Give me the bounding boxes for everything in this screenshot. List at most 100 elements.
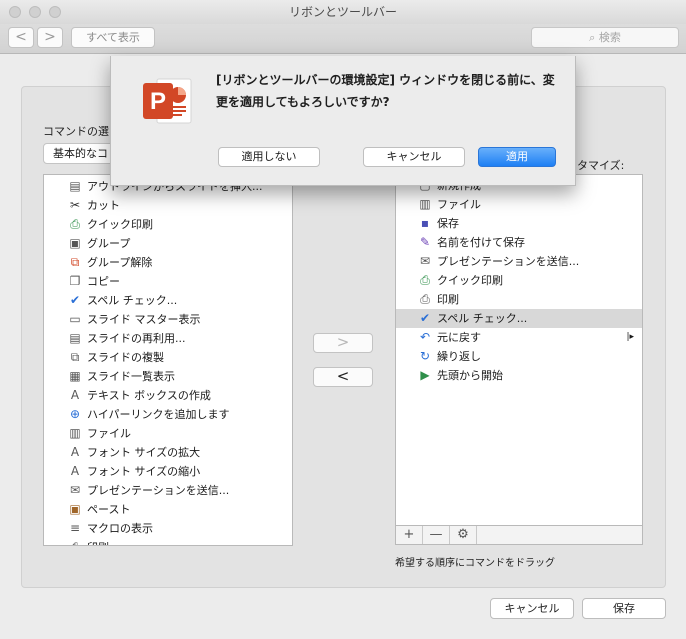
text-box-icon: A <box>70 388 80 402</box>
save-icon: ▪ <box>420 216 430 230</box>
list-item-label: スペル チェック... <box>437 312 528 325</box>
drag-hint: 希望する順序にコマンドをドラッグ <box>395 558 555 569</box>
list-item-label: スライド マスター表示 <box>87 313 201 326</box>
print-icon: ⎙ <box>420 292 430 306</box>
send-icon: ✉ <box>69 483 81 497</box>
toolbar: < > すべて表示 ⌕ 検索 <box>0 24 686 54</box>
dialog-message-line1: [リボンとツールバーの環境設定] ウィンドウを閉じる前に、変 <box>216 73 555 87</box>
list-item-label: グループ解除 <box>87 256 153 269</box>
list-item-label: 保存 <box>437 217 459 230</box>
dialog-cancel-button[interactable]: キャンセル <box>363 147 465 167</box>
list-item-label: グループ <box>87 237 131 250</box>
copy-icon: ❐ <box>69 274 81 288</box>
submenu-arrow-icon[interactable]: |▸ <box>626 328 634 347</box>
list-item[interactable]: ⊕ ハイパーリンクを追加します <box>44 405 292 424</box>
undo-icon: ↶ <box>419 330 431 344</box>
list-item-label: フォント サイズの縮小 <box>87 465 201 478</box>
zoom-window-button[interactable] <box>49 6 61 18</box>
list-item[interactable]: A フォント サイズの縮小 <box>44 462 292 481</box>
add-item-button[interactable]: + <box>396 526 423 544</box>
ungroup-icon: ⧉ <box>70 255 80 269</box>
add-command-button[interactable]: > <box>313 333 373 353</box>
list-item[interactable]: ⎙ 印刷 <box>396 290 642 309</box>
list-item[interactable]: ❐ コピー <box>44 272 292 291</box>
quick-print-icon: ⎙ <box>420 273 430 287</box>
paste-icon: ▣ <box>69 502 81 516</box>
gear-icon[interactable]: ⚙ <box>450 526 477 544</box>
list-item[interactable]: ▭ スライド マスター表示 <box>44 310 292 329</box>
font-grow-icon: A <box>70 445 80 459</box>
list-item[interactable]: ⎙ 印刷 <box>44 538 292 545</box>
apply-button[interactable]: 適用 <box>478 147 556 167</box>
file-icon: ▥ <box>419 197 431 211</box>
dialog-message-line2: 更を適用してもよろしいですか? <box>216 95 390 109</box>
list-item[interactable]: A テキスト ボックスの作成 <box>44 386 292 405</box>
toolbar-commands-list[interactable]: ▢新規作成▥ファイル▪保存✎名前を付けて保存✉プレゼンテーションを送信...⎙ク… <box>395 174 643 526</box>
list-item-label: 繰り返し <box>437 350 481 363</box>
list-item-label: ファイル <box>437 198 481 211</box>
list-item[interactable]: ▶ 先頭から開始 <box>396 366 642 385</box>
remove-command-button[interactable]: < <box>313 367 373 387</box>
list-item-label: ファイル <box>87 427 131 440</box>
reuse-slides-icon: ▤ <box>69 331 81 345</box>
search-field[interactable]: ⌕ 検索 <box>531 27 679 48</box>
list-item[interactable]: ⎙ クイック印刷 <box>44 215 292 234</box>
scissors-icon: ✂ <box>69 198 81 212</box>
list-item-label: スライドの再利用... <box>87 332 186 345</box>
slide-sorter-icon: ▦ <box>69 369 81 383</box>
list-item[interactable]: ▦ スライド一覧表示 <box>44 367 292 386</box>
list-item[interactable]: ✉ プレゼンテーションを送信... <box>396 252 642 271</box>
list-item[interactable]: ▣ グループ <box>44 234 292 253</box>
list-item[interactable]: ≡ マクロの表示 <box>44 519 292 538</box>
dont-apply-button[interactable]: 適用しない <box>218 147 320 167</box>
list-item[interactable]: ▥ ファイル <box>396 195 642 214</box>
window-title: リボンとツールバー <box>288 5 397 19</box>
list-item[interactable]: ⧉ グループ解除 <box>44 253 292 272</box>
list-item[interactable]: ✎ 名前を付けて保存 <box>396 233 642 252</box>
cancel-button[interactable]: キャンセル <box>490 598 574 619</box>
list-item[interactable]: ↻ 繰り返し <box>396 347 642 366</box>
duplicate-slide-icon: ⧉ <box>70 350 80 364</box>
powerpoint-icon: P <box>139 73 195 129</box>
slideshow-icon: ▶ <box>420 368 430 382</box>
list-edit-bar: + — ⚙ <box>395 525 643 545</box>
list-item-label: フォント サイズの拡大 <box>87 446 201 459</box>
list-item[interactable]: ✂ カット <box>44 196 292 215</box>
list-item[interactable]: ↶ 元に戻す |▸ <box>396 328 642 347</box>
quick-print-icon: ⎙ <box>70 217 80 231</box>
spell-check-icon: ✔ <box>419 311 431 325</box>
minimize-window-button[interactable] <box>29 6 41 18</box>
list-item[interactable]: ▥ ファイル <box>44 424 292 443</box>
list-item[interactable]: A フォント サイズの拡大 <box>44 443 292 462</box>
list-item-label: プレゼンテーションを送信... <box>437 255 580 268</box>
list-item-label: ペースト <box>87 503 131 516</box>
spell-check-icon: ✔ <box>69 293 81 307</box>
show-all-button[interactable]: すべて表示 <box>71 27 155 48</box>
forward-button[interactable]: > <box>37 27 63 48</box>
list-item-label: 印刷 <box>437 293 459 306</box>
group-icon: ▣ <box>69 236 81 250</box>
list-item-label: スライド一覧表示 <box>87 370 175 383</box>
list-item[interactable]: ✔ スペル チェック... <box>396 309 642 328</box>
list-item[interactable]: ✔ スペル チェック... <box>44 291 292 310</box>
list-item-label: クイック印刷 <box>87 218 153 231</box>
list-item[interactable]: ▤ スライドの再利用... <box>44 329 292 348</box>
list-item[interactable]: ⧉ スライドの複製 <box>44 348 292 367</box>
save-button[interactable]: 保存 <box>582 598 666 619</box>
macro-icon: ≡ <box>69 521 81 535</box>
list-item-label: スペル チェック... <box>87 294 178 307</box>
outline-icon: ▤ <box>69 179 81 193</box>
list-item-label: コピー <box>87 275 120 288</box>
list-item[interactable]: ▣ ペースト <box>44 500 292 519</box>
close-window-button[interactable] <box>9 6 21 18</box>
list-item[interactable]: ✉ プレゼンテーションを送信... <box>44 481 292 500</box>
list-item-label: 名前を付けて保存 <box>437 236 525 249</box>
available-commands-list[interactable]: ▤ アウトラインからスライドを挿入... ✂ カット ⎙ クイック印刷 ▣ グループ ⧉ グループ… <box>43 174 293 546</box>
remove-item-button[interactable]: — <box>423 526 450 544</box>
dialog-message: [リボンとツールバーの環境設定] ウィンドウを閉じる前に、変 更を適用してもよろ… <box>216 69 566 113</box>
print-icon: ⎙ <box>68 540 82 545</box>
font-shrink-icon: A <box>70 464 80 478</box>
list-item[interactable]: ⎙ クイック印刷 <box>396 271 642 290</box>
back-button[interactable]: < <box>8 27 34 48</box>
list-item[interactable]: ▪ 保存 <box>396 214 642 233</box>
